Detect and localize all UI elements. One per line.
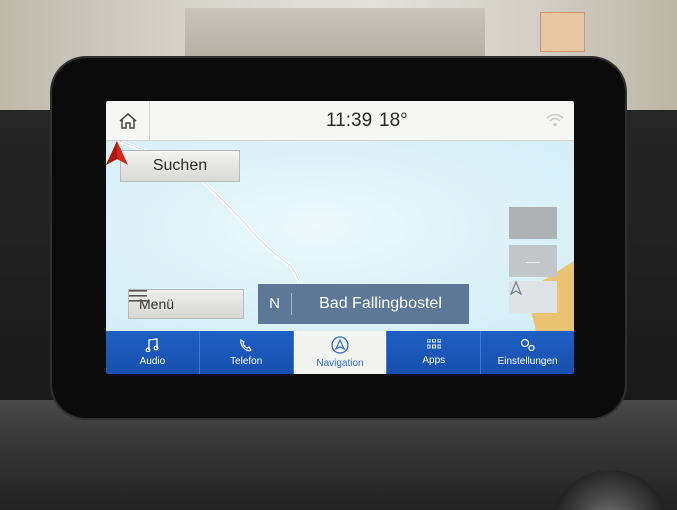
search-button[interactable]: Suchen bbox=[120, 150, 240, 182]
zoom-out-button[interactable]: — bbox=[509, 245, 557, 277]
nav-navigation-label: Navigation bbox=[316, 358, 364, 369]
navigation-map[interactable]: Suchen — Menü N Bad Fallingbostel bbox=[106, 141, 574, 331]
destination-bar[interactable]: N Bad Fallingbostel bbox=[258, 284, 469, 324]
navigation-arrow-icon bbox=[509, 281, 523, 295]
phone-icon bbox=[240, 339, 252, 352]
nav-audio[interactable]: Audio bbox=[106, 331, 200, 374]
nav-navigation[interactable]: Navigation bbox=[293, 331, 388, 374]
minus-icon: — bbox=[526, 253, 540, 269]
infotainment-screen: 11:39 18° Suchen — Menü N Bad Fallingbos… bbox=[106, 101, 574, 374]
temperature: 18° bbox=[379, 110, 408, 131]
bottom-navigation: Audio Telefon Navigation Apps Einstellun… bbox=[106, 331, 574, 374]
current-location: Bad Fallingbostel bbox=[319, 295, 442, 312]
nav-apps-label: Apps bbox=[422, 355, 446, 366]
home-icon bbox=[119, 113, 136, 129]
map-orientation-button[interactable] bbox=[509, 281, 557, 313]
vehicle-position-icon bbox=[106, 141, 128, 165]
menu-button[interactable]: Menü bbox=[128, 289, 244, 319]
home-button[interactable] bbox=[106, 101, 150, 141]
nav-einstellungen[interactable]: Einstellungen bbox=[481, 331, 574, 374]
navigation-icon bbox=[331, 336, 349, 354]
clock: 11:39 bbox=[326, 110, 373, 131]
nav-telefon[interactable]: Telefon bbox=[200, 331, 294, 374]
nav-telefon-label: Telefon bbox=[230, 356, 263, 367]
background-window bbox=[185, 8, 485, 58]
hamburger-icon bbox=[129, 290, 147, 302]
music-note-icon bbox=[145, 338, 159, 352]
nav-apps[interactable]: Apps bbox=[387, 331, 482, 374]
heading-indicator: N bbox=[258, 293, 292, 315]
zoom-in-button[interactable] bbox=[509, 207, 557, 239]
nav-einstellungen-label: Einstellungen bbox=[497, 356, 558, 367]
status-bar: 11:39 18° bbox=[106, 101, 574, 141]
nav-audio-label: Audio bbox=[139, 356, 166, 367]
settings-gears-icon bbox=[520, 338, 535, 352]
apps-grid-icon bbox=[426, 339, 441, 349]
background-note bbox=[540, 12, 585, 52]
wifi-icon bbox=[546, 113, 564, 127]
